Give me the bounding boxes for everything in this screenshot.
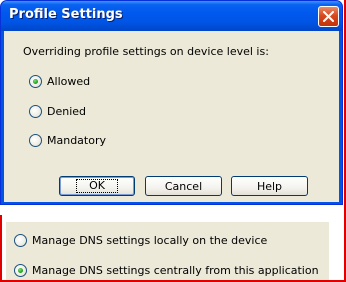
dialog-body: Overriding profile settings on device le… <box>4 31 339 202</box>
highlight-border-left <box>0 215 2 282</box>
radio-denied[interactable] <box>29 105 42 118</box>
ok-button-label: OK <box>76 179 118 193</box>
cancel-button[interactable]: Cancel <box>145 176 222 196</box>
ok-button[interactable]: OK <box>59 176 135 196</box>
option-allowed-label: Allowed <box>47 75 91 88</box>
radio-dns-central[interactable] <box>14 264 27 277</box>
option-denied-label: Denied <box>47 105 87 118</box>
radio-allowed[interactable] <box>29 75 42 88</box>
radio-mandatory[interactable] <box>29 134 42 147</box>
dns-option-central-label: Manage DNS settings centrally from this … <box>32 264 319 277</box>
screen: Profile Settings Overriding profile sett… <box>0 0 346 282</box>
radio-dns-local[interactable] <box>14 234 27 247</box>
dns-option-local-label: Manage DNS settings locally on the devic… <box>32 234 268 247</box>
help-button-label: Help <box>256 179 283 193</box>
help-button[interactable]: Help <box>231 176 308 196</box>
override-prompt: Overriding profile settings on device le… <box>23 45 269 58</box>
dns-option-local[interactable]: Manage DNS settings locally on the devic… <box>14 234 267 247</box>
cancel-button-label: Cancel <box>164 179 203 193</box>
option-mandatory[interactable]: Mandatory <box>29 134 106 147</box>
close-icon <box>323 11 334 22</box>
option-denied[interactable]: Denied <box>29 105 86 118</box>
dns-option-central[interactable]: Manage DNS settings centrally from this … <box>14 264 319 277</box>
profile-settings-dialog: Profile Settings Overriding profile sett… <box>0 0 343 205</box>
dns-settings-panel: Manage DNS settings locally on the devic… <box>6 222 329 282</box>
option-allowed[interactable]: Allowed <box>29 75 90 88</box>
dialog-titlebar[interactable]: Profile Settings <box>1 1 342 31</box>
dialog-title: Profile Settings <box>9 7 123 22</box>
close-button[interactable] <box>318 6 339 27</box>
option-mandatory-label: Mandatory <box>47 134 107 147</box>
